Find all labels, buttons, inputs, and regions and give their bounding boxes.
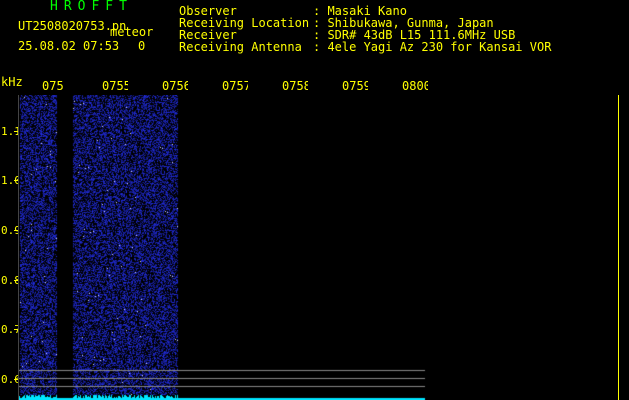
y-axis: 1.1 1.0 0.9 0.8 0.7 0.6 — [0, 95, 21, 400]
x-tick: 0756 — [162, 80, 188, 92]
mode-label: meteor — [110, 25, 154, 39]
x-tick: 0800 — [402, 80, 428, 92]
antenna-key: Receiving Antenna — [179, 40, 302, 54]
app-title: HROFFT — [50, 0, 133, 14]
x-tick: 0758 — [282, 80, 308, 92]
spectrogram-plot — [18, 95, 618, 400]
antenna-value: : 4ele Yagi Az 230 for Kansai VOR — [313, 40, 552, 54]
spectrogram-canvas — [18, 95, 618, 400]
right-axis-line — [618, 95, 619, 400]
date-time: 25.08.02 07:53 — [18, 39, 120, 53]
x-tick-row: 075 0755 0756 0757 0758 0759 0800 — [18, 80, 438, 94]
x-tick: 0757 — [222, 80, 248, 92]
x-tick: 0755 — [102, 80, 128, 92]
event-count: 0 — [138, 39, 146, 53]
x-tick: 0759 — [342, 80, 368, 92]
y-axis-line — [18, 95, 19, 400]
x-tick: 075 — [42, 80, 64, 92]
